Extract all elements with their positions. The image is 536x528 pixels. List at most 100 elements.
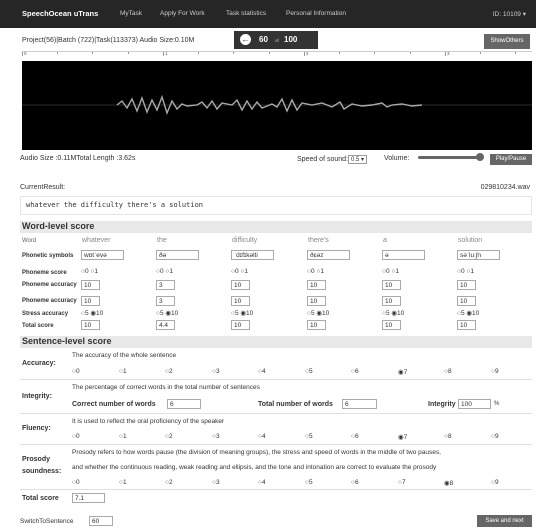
score-radio-5[interactable]: ○5 bbox=[305, 433, 313, 440]
score-radio-3[interactable]: ○3 bbox=[212, 368, 220, 375]
phonetic-input[interactable]: ðɛəz bbox=[307, 250, 350, 260]
show-others-button[interactable]: ShowOthers bbox=[484, 34, 530, 49]
score-radio-0[interactable]: ○0 bbox=[72, 479, 80, 486]
score-radio-label: 2 bbox=[168, 433, 173, 440]
word-5: solution bbox=[458, 237, 483, 244]
phoneme-accuracy-input[interactable]: 10 bbox=[457, 296, 476, 306]
back-arrow-icon[interactable]: ← bbox=[240, 34, 251, 45]
phoneme-accuracy-input[interactable]: 10 bbox=[382, 296, 401, 306]
save-and-next-button[interactable]: Save and next bbox=[477, 515, 532, 527]
word-total-input[interactable]: 4.4 bbox=[156, 320, 175, 330]
score-radio-1[interactable]: ○1 bbox=[119, 433, 127, 440]
total-words-input[interactable]: 6 bbox=[342, 399, 377, 409]
phoneme-accuracy-input[interactable]: 10 bbox=[307, 280, 326, 290]
radio-label: 10 bbox=[246, 310, 254, 317]
score-radio-3[interactable]: ○3 bbox=[212, 479, 220, 486]
score-radio-5[interactable]: ○5 bbox=[305, 368, 313, 375]
score-radio-1[interactable]: ○1 bbox=[119, 368, 127, 375]
ruler-label-3: 3 bbox=[447, 51, 450, 56]
user-id-menu[interactable]: ID: 10109 ▾ bbox=[493, 10, 526, 18]
word-total-input[interactable]: 10 bbox=[382, 320, 401, 330]
phonetic-input[interactable]: ˈdɪfɪkəlti bbox=[231, 250, 274, 260]
score-radio-label: 5 bbox=[308, 479, 313, 486]
score-radio-5[interactable]: ○5 bbox=[305, 479, 313, 486]
integrity-input[interactable]: 100 bbox=[458, 399, 491, 409]
stress-radios: ○5 ◉10 bbox=[231, 309, 253, 317]
score-radio-6[interactable]: ○6 bbox=[351, 479, 359, 486]
switch-sentence-input[interactable]: 60 bbox=[89, 516, 113, 526]
nav-task-statistics[interactable]: Task statistics bbox=[226, 10, 266, 17]
score-radio-6[interactable]: ○6 bbox=[351, 433, 359, 440]
phoneme-accuracy-input[interactable]: 10 bbox=[231, 280, 250, 290]
project-info: Project(56)|Batch (722)|Task(113373) Aud… bbox=[22, 37, 195, 44]
result-text-box[interactable]: whatever the difficulty there's a soluti… bbox=[20, 196, 532, 215]
word-4: a bbox=[383, 237, 387, 244]
score-radio-9[interactable]: ○9 bbox=[491, 433, 499, 440]
volume-slider-handle[interactable] bbox=[476, 153, 484, 161]
score-radio-9[interactable]: ○9 bbox=[491, 368, 499, 375]
score-radio-4[interactable]: ○4 bbox=[258, 433, 266, 440]
word-total-input[interactable]: 10 bbox=[81, 320, 100, 330]
score-radio-label: 5 bbox=[308, 433, 313, 440]
audio-filename: 029810234.wav bbox=[480, 184, 530, 191]
score-radio-label: 6 bbox=[354, 433, 359, 440]
score-radio-7[interactable]: ◉7 bbox=[398, 433, 407, 441]
phoneme-accuracy-input[interactable]: 10 bbox=[307, 296, 326, 306]
nav-apply-for-work[interactable]: Apply For Work bbox=[160, 10, 205, 17]
phoneme-score-radios: ○0 ○1 bbox=[156, 268, 173, 275]
word-total-input[interactable]: 10 bbox=[307, 320, 326, 330]
score-radio-0[interactable]: ○0 bbox=[72, 368, 80, 375]
phonetic-input[interactable]: ðə bbox=[156, 250, 199, 260]
total-score-input[interactable]: 7.1 bbox=[72, 493, 105, 503]
radio-label: 5 bbox=[84, 310, 89, 317]
accuracy-label: Accuracy: bbox=[22, 360, 56, 367]
nav-mytask[interactable]: MyTask bbox=[120, 10, 142, 17]
score-radio-4[interactable]: ○4 bbox=[258, 479, 266, 486]
phoneme-accuracy-input[interactable]: 10 bbox=[382, 280, 401, 290]
score-radio-label: 5 bbox=[308, 368, 313, 375]
prosody-label: Prosody bbox=[22, 456, 51, 463]
phoneme-accuracy-input[interactable]: 10 bbox=[81, 280, 100, 290]
score-radio-7[interactable]: ○7 bbox=[398, 479, 406, 486]
word-total-input[interactable]: 10 bbox=[457, 320, 476, 330]
score-radio-7[interactable]: ◉7 bbox=[398, 368, 407, 376]
ruler-label-1: 1 bbox=[165, 51, 168, 56]
phoneme-accuracy-input[interactable]: 10 bbox=[81, 296, 100, 306]
phoneme-score-radios: ○0 ○1 bbox=[81, 268, 98, 275]
word-total-input[interactable]: 10 bbox=[231, 320, 250, 330]
score-radio-6[interactable]: ○6 bbox=[351, 368, 359, 375]
correct-words-input[interactable]: 6 bbox=[167, 399, 201, 409]
score-radio-9[interactable]: ○9 bbox=[491, 479, 499, 486]
stress-radios: ○5 ◉10 bbox=[307, 309, 329, 317]
phoneme-accuracy-input[interactable]: 3 bbox=[156, 296, 175, 306]
score-radio-2[interactable]: ○2 bbox=[165, 479, 173, 486]
phoneme-accuracy-input[interactable]: 10 bbox=[457, 280, 476, 290]
score-radio-label: 4 bbox=[261, 368, 266, 375]
score-radio-3[interactable]: ○3 bbox=[212, 433, 220, 440]
phoneme-score-radios: ○0 ○1 bbox=[457, 268, 474, 275]
volume-slider-track[interactable] bbox=[418, 156, 480, 159]
phonetic-input[interactable]: səˈluːʃn bbox=[457, 250, 500, 260]
waveform-svg bbox=[22, 94, 532, 116]
brand-logo[interactable]: SpeechOcean uTrans bbox=[22, 9, 98, 18]
play-pause-button[interactable]: Play/Pause bbox=[490, 154, 532, 165]
waveform-canvas[interactable] bbox=[22, 61, 532, 150]
score-radio-8[interactable]: ○8 bbox=[444, 433, 452, 440]
speed-select[interactable]: 0.5 ▾ bbox=[348, 155, 368, 164]
radio-label: 0 bbox=[234, 268, 239, 275]
score-radio-0[interactable]: ○0 bbox=[72, 433, 80, 440]
score-radio-label: 7 bbox=[401, 479, 406, 486]
score-radio-1[interactable]: ○1 bbox=[119, 479, 127, 486]
score-radio-label: 4 bbox=[261, 433, 266, 440]
score-radio-8[interactable]: ◉8 bbox=[444, 479, 453, 487]
nav-personal-information[interactable]: Personal Information bbox=[286, 10, 346, 17]
phoneme-accuracy-input[interactable]: 10 bbox=[231, 296, 250, 306]
score-radio-8[interactable]: ○8 bbox=[444, 368, 452, 375]
phonetic-input[interactable]: ə bbox=[382, 250, 425, 260]
phoneme-accuracy-input[interactable]: 3 bbox=[156, 280, 175, 290]
score-radio-label: 0 bbox=[75, 433, 80, 440]
score-radio-2[interactable]: ○2 bbox=[165, 433, 173, 440]
score-radio-4[interactable]: ○4 bbox=[258, 368, 266, 375]
score-radio-2[interactable]: ○2 bbox=[165, 368, 173, 375]
phonetic-input[interactable]: wɒtˈevə bbox=[81, 250, 124, 260]
